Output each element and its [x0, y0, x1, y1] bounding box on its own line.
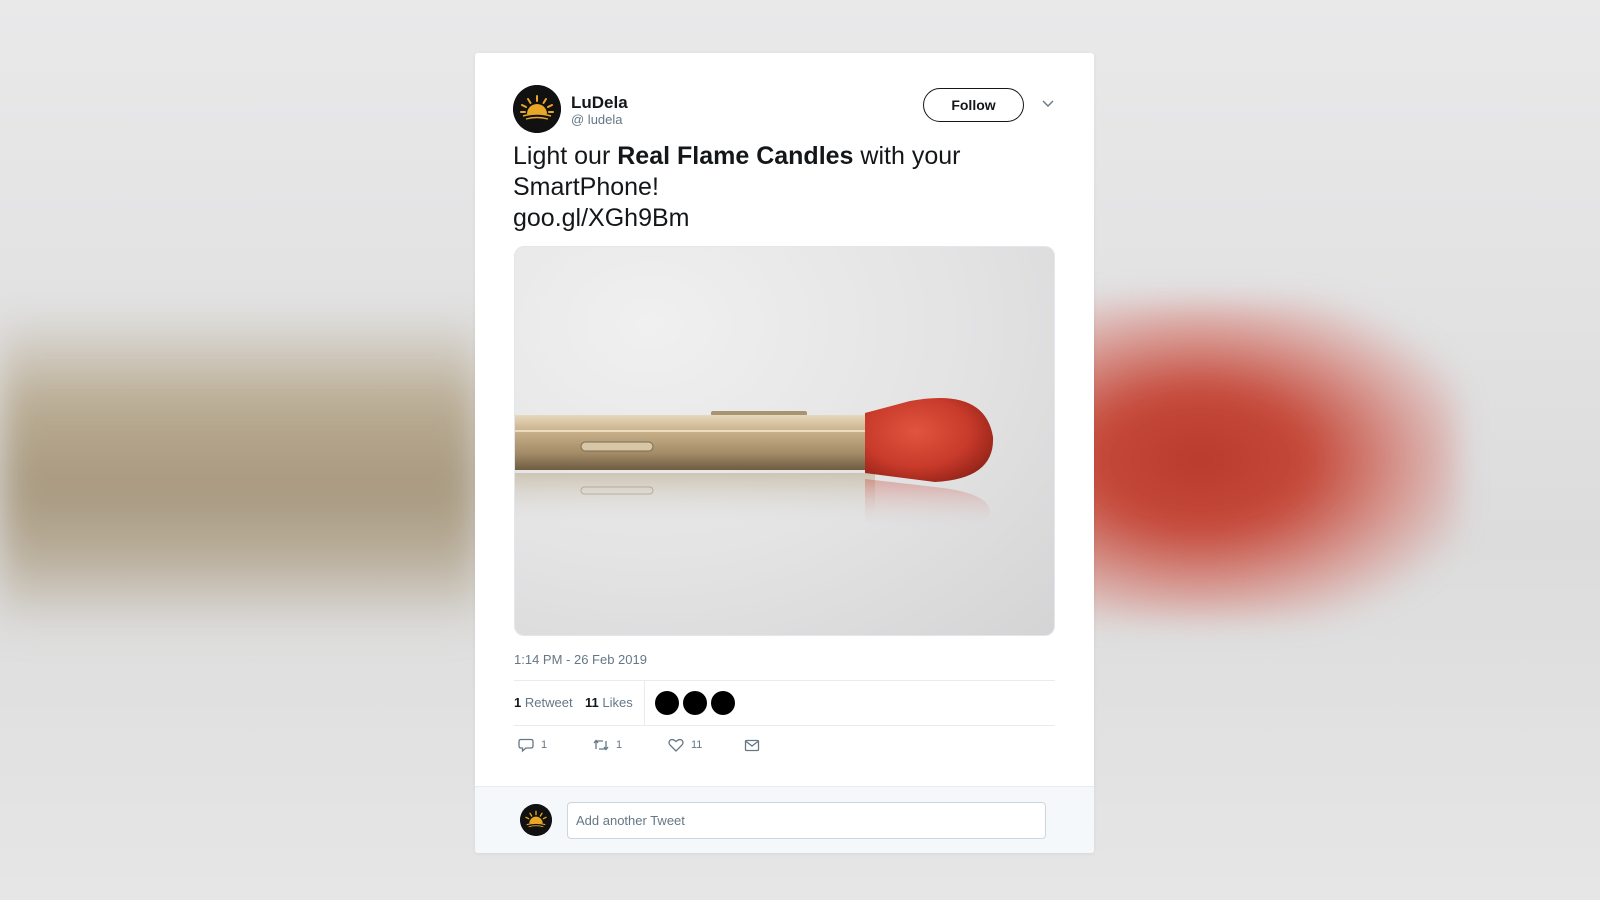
- background-blur-right: [1060, 300, 1460, 620]
- tweet-text-start: Light our: [513, 142, 618, 170]
- avatar[interactable]: [513, 85, 561, 133]
- tweet-text: Light our Real Flame Candles with your S…: [513, 141, 1053, 234]
- follow-button[interactable]: Follow: [923, 88, 1024, 122]
- reply-avatar: [520, 804, 552, 836]
- tweet-stats: 1 Retweet 11 Likes: [514, 680, 1055, 726]
- retweet-button[interactable]: 1: [592, 736, 622, 754]
- envelope-icon: [744, 739, 760, 752]
- reply-area: [475, 786, 1094, 853]
- likes-stat[interactable]: 11 Likes: [585, 695, 633, 710]
- author-handle[interactable]: @ ludela: [571, 112, 623, 127]
- like-button[interactable]: 11: [667, 736, 702, 754]
- reply-icon: [518, 738, 534, 753]
- tweet-media[interactable]: [514, 246, 1055, 636]
- retweets-count: 1: [514, 695, 522, 710]
- liker-avatar[interactable]: [655, 691, 679, 715]
- retweet-icon: [593, 739, 609, 751]
- tweet-timestamp[interactable]: 1:14 PM - 26 Feb 2019: [514, 652, 647, 667]
- reply-count: 1: [541, 739, 548, 751]
- retweet-count: 1: [616, 739, 623, 751]
- retweets-stat[interactable]: 1 Retweet: [514, 695, 573, 710]
- sun-logo-icon: [520, 804, 552, 836]
- author-name[interactable]: LuDela: [571, 93, 628, 113]
- reply-button[interactable]: 1: [517, 736, 547, 754]
- retweets-label: Retweet: [524, 695, 573, 710]
- likes-label: Likes: [602, 695, 633, 710]
- chevron-down-icon[interactable]: [1040, 95, 1056, 111]
- reply-input[interactable]: [567, 802, 1046, 839]
- tweet-header: LuDela @ ludela Follow: [513, 85, 1056, 135]
- stats-divider: [644, 681, 645, 725]
- tweet-actions: 1 1 11: [514, 736, 1055, 766]
- phone-match-image: [515, 397, 994, 531]
- tweet-link[interactable]: goo.gl/XGh9Bm: [513, 204, 690, 232]
- background-blur-left: [0, 310, 480, 630]
- liker-avatar[interactable]: [711, 691, 735, 715]
- like-count: 11: [691, 739, 703, 751]
- liker-avatar[interactable]: [683, 691, 707, 715]
- tweet-text-bold: Real Flame Candles: [617, 142, 854, 170]
- sun-logo-icon: [513, 85, 561, 133]
- heart-icon: [668, 738, 684, 752]
- direct-message-button[interactable]: [743, 736, 761, 754]
- tweet-card: LuDela @ ludela Follow Light our Real Fl…: [475, 53, 1094, 853]
- likes-count: 11: [585, 695, 599, 710]
